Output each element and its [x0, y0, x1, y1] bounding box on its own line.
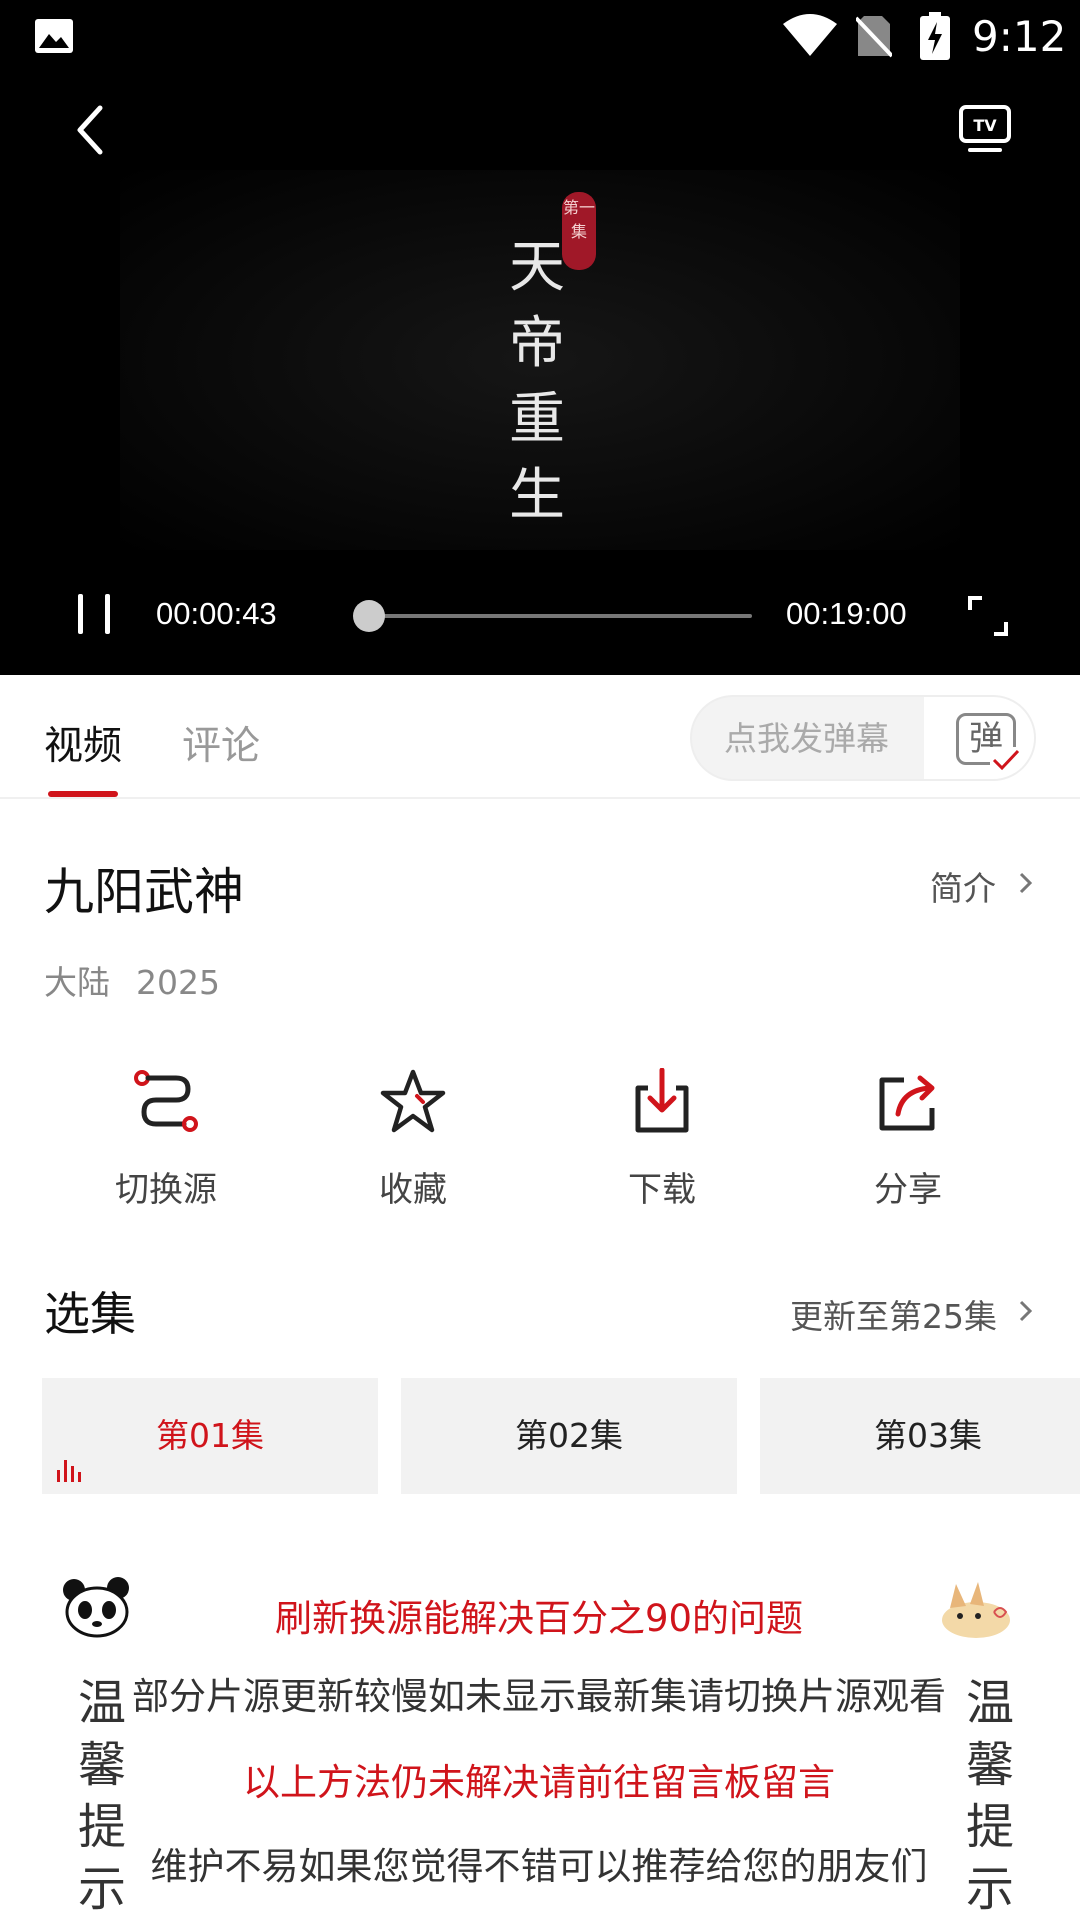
episodes-title: 选集: [44, 1287, 136, 1341]
current-time: 00:00:43: [156, 596, 277, 631]
video-title-art: 天 帝 重 生: [502, 230, 572, 534]
action-row: 切换源 收藏 下载 分享: [0, 1068, 1080, 1218]
episode-item[interactable]: 第02集: [401, 1378, 737, 1494]
episode-label: 第02集: [515, 1416, 623, 1455]
side-char: 温: [77, 1675, 126, 1731]
episodes-update-label: 更新至第25集: [790, 1297, 997, 1336]
banner-side-text-right: 温 馨 提 示: [960, 1672, 1020, 1920]
gallery-icon: [35, 19, 73, 53]
chevron-right-icon: [1019, 1300, 1033, 1322]
title-char: 天: [509, 235, 565, 300]
episode-label: 第03集: [874, 1416, 982, 1455]
side-char: 提: [77, 1799, 126, 1855]
action-label: 切换源: [115, 1170, 217, 1210]
side-char: 温: [965, 1675, 1014, 1731]
check-icon: [990, 747, 1022, 773]
title-char: 生: [509, 463, 565, 528]
tips-banner: 温 馨 提 示 温 馨 提 示 刷新换源能解决百分之90的问题 部分片源更新较慢…: [56, 1572, 1022, 1917]
banner-line: 维护不易如果您觉得不错可以推荐给您的朋友们: [150, 1845, 928, 1888]
banner-side-text-left: 温 馨 提 示: [72, 1672, 132, 1920]
danmu-bar: 点我发弹幕 弹: [690, 695, 1036, 781]
chevron-right-icon: [1019, 872, 1033, 894]
fullscreen-icon[interactable]: [966, 594, 1010, 638]
side-char: 示: [965, 1861, 1014, 1917]
no-sim-icon: [856, 16, 892, 58]
share-icon: [879, 1075, 935, 1131]
now-playing-icon: [57, 1460, 81, 1482]
title-char: 帝: [509, 311, 565, 376]
action-label: 下载: [628, 1170, 696, 1210]
download-button[interactable]: 下载: [562, 1068, 762, 1218]
show-title: 九阳武神: [44, 863, 244, 921]
side-char: 示: [77, 1861, 126, 1917]
side-char: 提: [965, 1799, 1014, 1855]
banner-line: 部分片源更新较慢如未显示最新集请切换片源观看: [132, 1675, 946, 1718]
battery-charging-icon: [920, 12, 950, 60]
seek-bar[interactable]: [353, 600, 752, 632]
banner-line: 刷新换源能解决百分之90的问题: [274, 1597, 804, 1640]
status-time: 9:12: [972, 12, 1067, 61]
favorite-button[interactable]: 收藏: [313, 1068, 513, 1218]
side-char: 馨: [77, 1737, 126, 1793]
total-time: 00:19:00: [786, 596, 907, 631]
show-meta: 大陆 2025: [44, 956, 220, 1004]
back-icon[interactable]: [70, 102, 118, 158]
content-tabs: 视频 评论 点我发弹幕 弹: [0, 675, 1080, 799]
share-button[interactable]: 分享: [808, 1068, 1008, 1218]
panda-icon: [63, 1577, 129, 1638]
svg-text:TV: TV: [973, 116, 997, 135]
intro-label: 简介: [930, 869, 996, 908]
danmu-toggle[interactable]: 弹: [924, 697, 1034, 779]
episode-label: 第01集: [156, 1416, 264, 1455]
download-icon: [635, 1068, 689, 1133]
switch-source-button[interactable]: 切换源: [66, 1068, 266, 1218]
banner-line: 以上方法仍未解决请前往留言板留言: [243, 1761, 835, 1804]
star-icon: [380, 1069, 446, 1133]
action-label: 收藏: [379, 1170, 447, 1210]
status-bar: 9:12: [0, 0, 1080, 72]
show-year: 2025: [136, 963, 220, 1002]
action-label: 分享: [874, 1170, 942, 1210]
video-player[interactable]: 第一集 天 帝 重 生 9:12 TV 00:00:43 00:19:00: [0, 0, 1080, 675]
side-char: 馨: [965, 1737, 1014, 1793]
tab-video[interactable]: 视频: [44, 715, 122, 771]
wifi-icon: [783, 14, 837, 56]
danmu-input[interactable]: 点我发弹幕: [692, 697, 924, 779]
show-region: 大陆: [44, 963, 110, 1002]
seek-thumb[interactable]: [353, 600, 386, 632]
tv-cast-icon[interactable]: TV: [958, 104, 1012, 154]
tab-active-indicator: [48, 791, 118, 797]
episodes-more-link[interactable]: 更新至第25集: [790, 1290, 1033, 1338]
player-controls: 00:00:43 00:19:00: [0, 584, 1080, 648]
title-char: 重: [509, 387, 565, 452]
intro-link[interactable]: 简介: [930, 862, 1033, 910]
episode-item[interactable]: 第01集: [42, 1378, 378, 1494]
tab-comments[interactable]: 评论: [182, 715, 260, 771]
episode-item[interactable]: 第03集: [760, 1378, 1080, 1494]
pause-icon[interactable]: [74, 594, 114, 638]
switch-source-icon: [134, 1070, 198, 1132]
